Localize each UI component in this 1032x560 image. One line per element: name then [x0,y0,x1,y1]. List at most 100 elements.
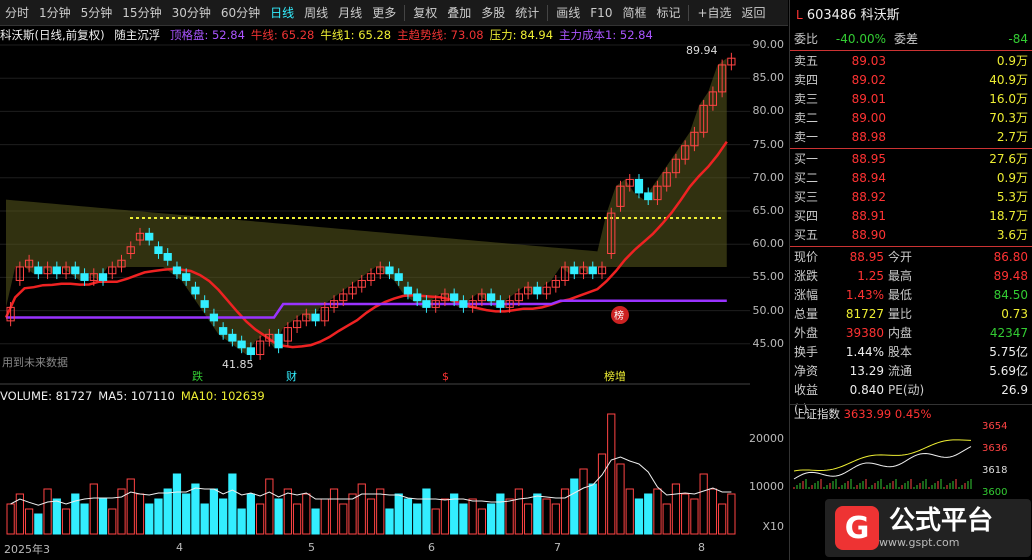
stat-label: 最低 [888,288,913,302]
volume-bar [34,513,43,535]
event-mark: $ [442,370,449,383]
candle [413,293,422,302]
index-mini-chart: 3654 3636 3618 3600 [793,421,1007,498]
stat-value: 5.75亿 [989,345,1028,359]
date-tick: 4 [176,541,183,554]
volume-bar [255,503,265,535]
stat-value: 0.840 [849,383,884,397]
toolbar-btn-5[interactable]: 60分钟 [216,0,265,26]
sell-price: 89.00 [851,111,886,125]
stat-label: 涨幅 [794,288,819,302]
candle [182,273,191,281]
volume-bar [200,503,209,535]
stat-row: 收益(-) 0.840 PE(动) 26.9 [790,381,1032,416]
candle [385,266,394,275]
date-axis: 2025年3 4 5 6 7 8 [0,538,750,558]
volume-bar [311,508,320,535]
toolbar-btn-15[interactable]: F10 [585,0,617,26]
price-tick: 50.00 [752,303,785,317]
volume-bar [182,493,191,535]
candle [422,300,431,308]
toolbar-btn-4[interactable]: 30分钟 [167,0,216,26]
stat-label: 内盘 [888,326,913,340]
volume-bar [431,508,440,535]
sell-qty: 40.9万 [989,73,1028,87]
stat-value: 26.9 [1001,383,1028,397]
market-badge: L [796,8,803,22]
volume-bar [505,498,514,535]
volume-bar [24,508,34,535]
divider [790,148,1032,149]
toolbar-btn-17[interactable]: 标记 [651,0,685,26]
volume-bar [348,493,357,535]
volume-bar [191,483,200,535]
stat-row: 外盘 39380 内盘 42347 [790,324,1032,343]
candle [311,313,320,322]
toolbar-btn-11[interactable]: 叠加 [442,0,476,26]
buy-label: 买五 [794,228,819,242]
toolbar-btn-16[interactable]: 简框 [617,0,651,26]
volume-bar [228,473,237,535]
buy-row: 买五 88.90 3.6万 [790,226,1032,245]
candle [98,273,108,281]
toolbar-btn-7[interactable]: 周线 [299,0,333,26]
price-tick: 65.00 [752,204,785,217]
date-tick: 7 [554,541,561,554]
toolbar-btn-8[interactable]: 月线 [333,0,367,26]
logo-text: 公式平台 [889,506,994,536]
toolbar-btn-0[interactable]: 分时 [0,0,34,26]
buy-row: 买二 88.94 0.9万 [790,169,1032,188]
buy-price: 88.94 [851,171,886,185]
sell-qty: 2.7万 [996,130,1028,144]
volume-bar [172,473,182,535]
toolbar-btn-9[interactable]: 更多 [367,0,401,26]
sell-label: 卖三 [794,92,819,106]
price-tick: 90.00 [752,38,785,51]
toolbar-btn-2[interactable]: 5分钟 [76,0,118,26]
candle [154,246,163,255]
buy-row: 买一 88.95 27.6万 [790,150,1032,169]
sell-row: 卖五 89.03 0.9万 [790,52,1032,71]
candle [80,273,89,281]
stat-value: 84.50 [993,288,1028,302]
stock-code-name: 603486 科沃斯 [806,8,900,23]
toolbar-btn-6[interactable]: 日线 [265,0,299,26]
buy-row: 买四 88.91 18.7万 [790,207,1032,226]
candle [237,340,246,349]
logo-icon: G [835,506,879,550]
toolbar-btn-1[interactable]: 1分钟 [34,0,76,26]
volume-bar [533,493,542,535]
buy-qty: 18.7万 [989,209,1028,223]
volume-bar [135,493,145,535]
volume-bar [283,488,292,535]
volume-bar [616,463,625,535]
volume-bar [607,413,616,535]
toolbar-btn-19[interactable]: 返回 [737,0,771,26]
sell-label: 卖一 [794,130,819,144]
price-tick: 70.00 [752,170,785,184]
toolbar-btn-13[interactable]: 统计 [510,0,544,26]
candle [394,273,403,281]
volume-bar [108,508,117,535]
candle [191,286,200,295]
toolbar-btn-12[interactable]: 多股 [476,0,510,26]
toolbar-btn-3[interactable]: 15分钟 [117,0,166,26]
stats-table: 现价 88.95 今开 86.80 涨跌 1.25 最高 89.48 涨幅 1.43% 最低 84.5… [790,248,1032,416]
kline-chart[interactable]: 89.94 41.85 用到未来数据跌 财 $ 榜增 榜 [0,26,750,538]
volume-bar [634,498,644,535]
volume-bar [219,498,228,535]
sell-price: 88.98 [851,130,886,144]
toolbar-btn-18[interactable]: +自选 [692,0,736,26]
buy-qty: 0.9万 [996,171,1028,185]
candle [403,286,413,295]
candle [533,286,542,295]
candle [274,333,283,349]
volume-bar [718,503,727,535]
price-tick: 75.00 [752,137,785,151]
toolbar-btn-14[interactable]: 画线 [551,0,585,26]
rank-circle-label: 榜 [614,309,624,322]
candle [34,266,43,275]
sell-label: 卖四 [794,73,819,87]
volume-bar [514,488,523,535]
toolbar-btn-10[interactable]: 复权 [408,0,442,26]
